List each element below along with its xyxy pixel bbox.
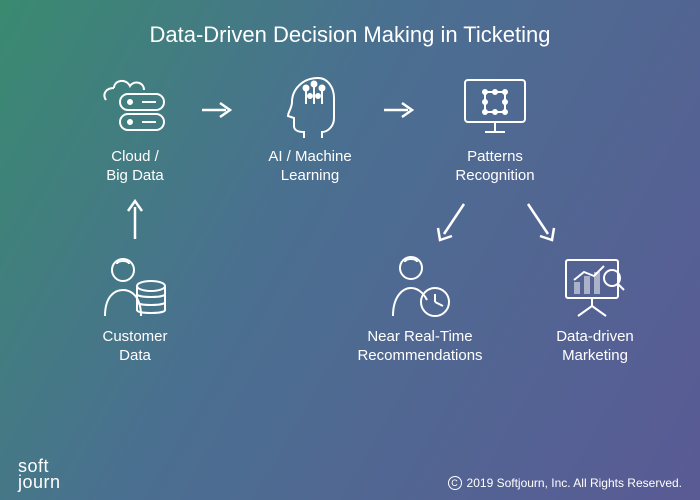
customer-db-icon <box>60 250 210 322</box>
arrow-down-right-icon <box>520 198 560 248</box>
node-ai-ml: AI / Machine Learning <box>235 70 385 186</box>
person-clock-icon <box>345 250 495 322</box>
node-label: Customer Data <box>60 328 210 366</box>
diagram-title: Data-Driven Decision Making in Ticketing <box>0 0 700 48</box>
arrow-right-icon <box>380 100 420 120</box>
cloud-server-icon <box>60 70 210 142</box>
copyright-text: 2019 Softjourn, Inc. All Rights Reserved… <box>467 476 682 490</box>
node-cloud-big-data: Cloud / Big Data <box>60 70 210 186</box>
footer: soft journ C 2019 Softjourn, Inc. All Ri… <box>18 459 682 490</box>
monitor-pattern-icon <box>420 70 570 142</box>
arrow-up-icon <box>125 195 145 243</box>
arrow-down-left-icon <box>432 198 472 248</box>
node-label: Patterns Recognition <box>420 148 570 186</box>
node-label: Cloud / Big Data <box>60 148 210 186</box>
node-label: Data-driven Marketing <box>520 328 670 366</box>
diagram-canvas: Cloud / Big Data AI / Machine Learning <box>0 60 700 440</box>
node-customer-data: Customer Data <box>60 250 210 366</box>
arrow-right-icon <box>198 100 238 120</box>
softjourn-logo: soft journ <box>18 459 61 490</box>
node-patterns: Patterns Recognition <box>420 70 570 186</box>
node-recommendations: Near Real-Time Recommendations <box>345 250 495 366</box>
copyright: C 2019 Softjourn, Inc. All Rights Reserv… <box>448 476 682 490</box>
node-label: Near Real-Time Recommendations <box>345 328 495 366</box>
node-label: AI / Machine Learning <box>235 148 385 186</box>
copyright-icon: C <box>448 476 462 490</box>
chart-board-icon <box>520 250 670 322</box>
node-marketing: Data-driven Marketing <box>520 250 670 366</box>
ai-head-icon <box>235 70 385 142</box>
